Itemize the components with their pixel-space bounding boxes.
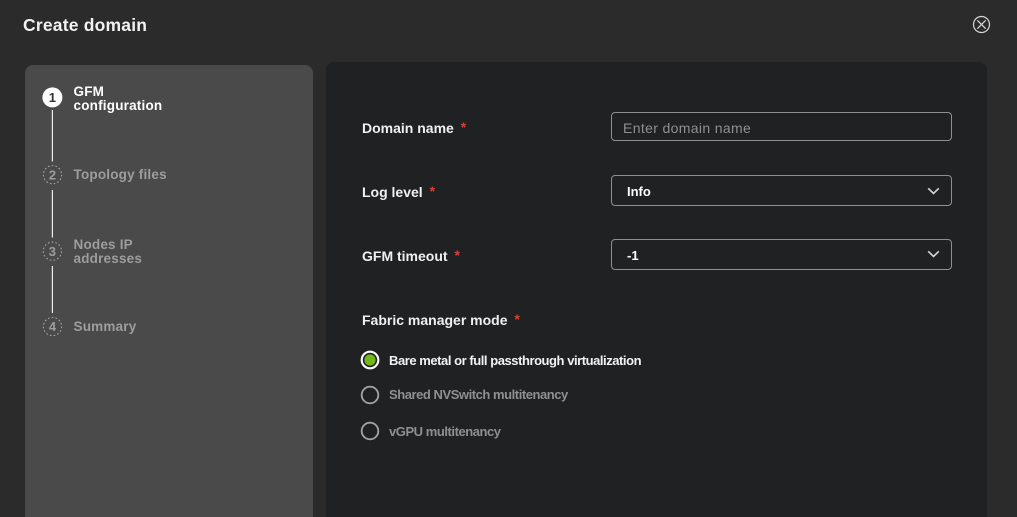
svg-text:2: 2 <box>49 167 56 182</box>
svg-text:4: 4 <box>49 319 57 334</box>
svg-text:1: 1 <box>49 90 56 105</box>
svg-text:3: 3 <box>49 244 56 259</box>
